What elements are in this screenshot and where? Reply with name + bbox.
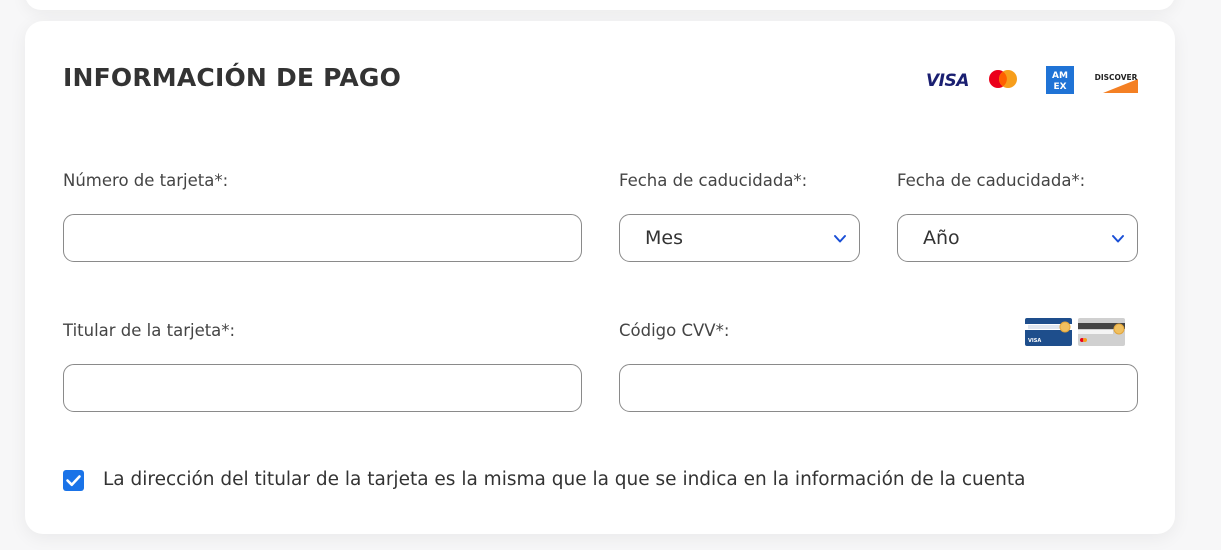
- cardholder-label: Titular de la tarjeta*:: [63, 321, 236, 340]
- expiry-month-value: Mes: [645, 227, 683, 249]
- cvv-input[interactable]: [619, 364, 1138, 412]
- chevron-down-icon: [834, 235, 846, 243]
- expiry-month-select[interactable]: Mes: [619, 214, 860, 262]
- payment-info-card: INFORMACIÓN DE PAGO VISA AM EX DISCOVER …: [25, 21, 1175, 534]
- discover-logo: DISCOVER: [1095, 73, 1138, 93]
- section-title: INFORMACIÓN DE PAGO: [63, 63, 402, 92]
- expiry-year-label: Fecha de caducidada*:: [897, 171, 1086, 190]
- expiry-year-value: Año: [923, 227, 960, 249]
- same-address-checkbox[interactable]: [63, 470, 84, 491]
- card-number-label: Número de tarjeta*:: [63, 171, 229, 190]
- card-number-input[interactable]: [63, 214, 582, 262]
- checkmark-icon: [66, 475, 81, 487]
- amex-logo: AM EX: [1046, 66, 1074, 94]
- expiry-month-label: Fecha de caducidada*:: [619, 171, 808, 190]
- same-address-label[interactable]: La dirección del titular de la tarjeta e…: [103, 469, 1025, 490]
- expiry-year-select[interactable]: Año: [897, 214, 1138, 262]
- previous-card: [25, 0, 1175, 10]
- cardholder-input[interactable]: [63, 364, 582, 412]
- visa-logo: VISA: [926, 71, 969, 91]
- svg-text:EX: EX: [1053, 82, 1066, 92]
- chevron-down-icon: [1112, 235, 1124, 243]
- discover-logo-text: DISCOVER: [1095, 73, 1138, 82]
- cvv-card-visa-text: VISA: [1028, 338, 1041, 344]
- mastercard-logo: [989, 70, 1017, 88]
- svg-text:AM: AM: [1052, 71, 1068, 81]
- cvv-hint-cards-icon: VISA: [1025, 318, 1125, 346]
- cvv-label: Código CVV*:: [619, 321, 730, 340]
